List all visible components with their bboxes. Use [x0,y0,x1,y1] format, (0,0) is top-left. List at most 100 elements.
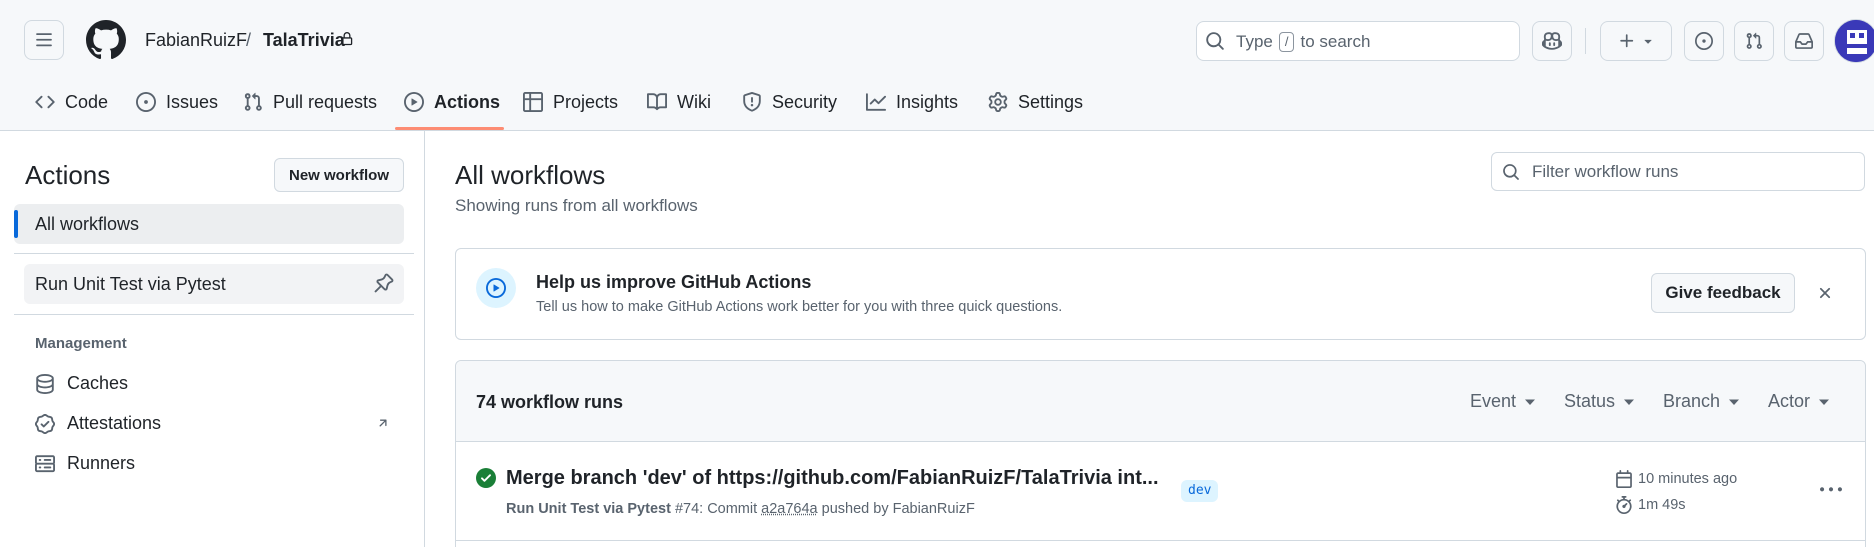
kebab-horizontal-icon[interactable] [1816,478,1846,502]
sidebar-item-label: Runners [67,453,136,473]
check-circle-fill-icon [476,468,496,488]
tab-settings[interactable]: Settings [988,88,1083,116]
server-icon [35,454,55,474]
tab-label: Insights [896,91,959,112]
caret-down-icon [1524,398,1536,406]
run-workflow-name: Run Unit Test via Pytest [506,501,671,517]
commit-sha-link[interactable]: a2a764a [761,501,817,517]
tab-label: Projects [553,91,619,112]
header-divider [1585,28,1586,54]
repo-separator: / [246,30,252,50]
plus-icon [1618,32,1636,50]
gear-icon [988,92,1008,112]
sidebar-item-caches[interactable]: Caches [35,373,128,394]
tab-wiki[interactable]: Wiki [647,88,711,116]
run-meta: Run Unit Test via Pytest #74: Commit a2a… [506,501,975,517]
repo-owner-link[interactable]: FabianRuizF [145,30,247,51]
give-feedback-button[interactable]: Give feedback [1651,273,1795,313]
avatar-image-icon [1835,20,1874,62]
tab-label: Issues [166,91,219,112]
dropdown-label: Branch [1663,391,1721,411]
search-placeholder: Type / to search [1236,32,1370,52]
sidebar-item-label: Caches [67,373,129,393]
tab-code[interactable]: Code [35,88,108,116]
lock-icon [340,31,354,47]
play-icon [404,92,424,112]
run-duration: 1m 49s [1615,496,1686,514]
runs-list-header [456,361,1865,442]
tab-projects[interactable]: Projects [523,88,618,116]
create-new-button[interactable] [1600,21,1672,61]
row-divider [456,540,1865,541]
book-icon [647,92,667,112]
repo-name-link[interactable]: TalaTrivia [263,30,345,51]
active-tab-indicator [395,127,504,130]
run-time-label: 10 minutes ago [1638,471,1738,487]
tab-actions[interactable]: Actions [404,88,500,116]
search-suffix: to search [1300,32,1371,51]
search-icon [1502,163,1520,181]
sidebar-item-label: Run Unit Test via Pytest [35,274,226,294]
tab-insights[interactable]: Insights [866,88,958,116]
dropdown-label: Actor [1768,391,1811,411]
tab-label: Security [772,91,838,112]
page-title: All workflows [455,160,606,190]
banner-title: Help us improve GitHub Actions [536,272,812,292]
run-duration-label: 1m 49s [1638,497,1686,513]
page-subtitle: Showing runs from all workflows [455,196,698,215]
pushed-by: pushed by FabianRuizF [821,501,975,517]
code-icon [35,92,55,112]
play-circle-icon [476,268,516,308]
stopwatch-icon [1615,496,1633,514]
notifications-button[interactable] [1784,21,1824,61]
issue-opened-icon [1695,32,1713,50]
inbox-icon [1795,32,1813,50]
caret-down-icon [1623,398,1635,406]
graph-icon [866,92,886,112]
close-icon[interactable] [1816,284,1834,302]
tab-label: Settings [1018,91,1084,112]
your-pull-requests-button[interactable] [1734,21,1774,61]
search-icon [1205,31,1225,51]
copilot-button[interactable] [1532,21,1572,61]
copilot-icon [1542,31,1562,51]
branch-filter-dropdown[interactable]: Branch [1663,391,1740,412]
tab-pull-requests[interactable]: Pull requests [243,88,377,116]
actor-filter-dropdown[interactable]: Actor [1768,391,1830,412]
tab-security[interactable]: Security [742,88,837,116]
search-prefix: Type [1236,32,1273,51]
tab-label: Actions [434,91,501,112]
tab-label: Code [65,91,109,112]
event-filter-dropdown[interactable]: Event [1470,391,1536,412]
tab-label: Wiki [677,91,711,112]
user-avatar[interactable] [1834,19,1874,63]
verified-icon [35,413,55,434]
run-title-link[interactable]: Merge branch 'dev' of https://github.com… [506,467,1159,490]
sidebar-item-runners[interactable]: Runners [35,453,135,474]
link-external-icon [376,416,390,430]
filter-placeholder: Filter workflow runs [1532,162,1679,181]
git-pull-request-icon [1745,32,1763,50]
github-logo-icon[interactable] [86,20,126,60]
status-filter-dropdown[interactable]: Status [1564,391,1635,412]
new-workflow-button[interactable]: New workflow [274,158,404,192]
database-icon [35,373,55,394]
pin-icon[interactable] [374,273,394,293]
hamburger-icon [35,31,53,49]
sidebar-item-attestations[interactable]: Attestations [35,413,161,434]
run-time: 10 minutes ago [1615,470,1737,488]
caret-down-icon [1728,398,1740,406]
commit-prefix: : Commit [699,501,758,517]
issue-icon [136,92,156,112]
dropdown-label: Event [1470,391,1517,411]
branch-badge[interactable]: dev [1181,480,1219,502]
workflow-run-row[interactable] [456,443,1865,541]
banner-text: Tell us how to make GitHub Actions work … [536,299,1063,315]
tab-label: Pull requests [273,91,378,112]
sidebar-divider [14,253,414,254]
menu-button[interactable] [24,20,64,60]
table-icon [523,92,543,112]
management-heading: Management [35,335,127,352]
tab-issues[interactable]: Issues [136,88,218,116]
your-issues-button[interactable] [1684,21,1724,61]
